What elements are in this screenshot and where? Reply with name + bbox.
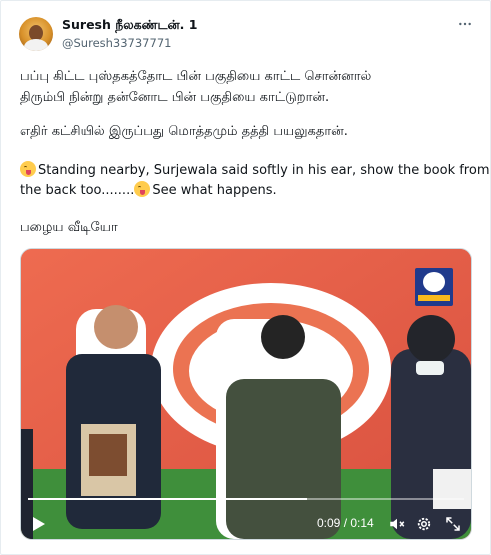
fullscreen-icon[interactable] (444, 515, 462, 533)
video-duration: 0:14 (350, 516, 374, 530)
video-player[interactable] (20, 248, 472, 540)
winking-tongue-emoji-icon (134, 181, 151, 197)
settings-gear-icon[interactable] (415, 515, 433, 533)
play-icon[interactable] (32, 516, 46, 532)
tweet-text-line: எதிர் கட்சியில் இருப்பது மொத்தமும் தத்தி… (20, 124, 348, 139)
video-progress-bar[interactable] (28, 498, 464, 500)
video-frame (21, 249, 471, 539)
video-controls: 0:09 / 0:14 (20, 508, 472, 540)
avatar[interactable] (19, 17, 53, 51)
author-name[interactable]: Suresh நீலகண்டன். 1 (62, 17, 197, 34)
tweet-text-line: the back too........ See what happens. (20, 181, 480, 201)
more-options-icon[interactable] (456, 15, 474, 33)
author-handle[interactable]: @Suresh33737771 (62, 36, 171, 50)
video-progress-fill (28, 498, 308, 500)
channel-logo (415, 268, 453, 306)
time-separator: / (340, 516, 351, 530)
volume-icon[interactable] (388, 515, 406, 533)
tweet-card[interactable]: Suresh நீலகண்டன். 1 @Suresh33737771 பப்ப… (0, 0, 491, 555)
tweet-text-line: Standing nearby, Surjewala said softly i… (20, 161, 489, 181)
winking-tongue-emoji-icon (20, 161, 36, 177)
video-time: 0:09 / 0:14 (317, 516, 374, 530)
tweet-text-line: திரும்பி நின்று தன்னோட பின் பகுதியை காட்… (20, 90, 330, 105)
tweet-text-line: பப்பு கிட்ட புஸ்தகத்தோட பின் பகுதியை காட… (20, 69, 372, 84)
current-time: 0:09 (317, 516, 341, 530)
tweet-text-english: Standing nearby, Surjewala said softly i… (38, 163, 490, 178)
tweet-text-english: See what happens. (152, 183, 277, 198)
tweet-text-footer: பழைய வீடியோ (20, 220, 118, 235)
tweet-text-english: the back too........ (20, 183, 135, 198)
